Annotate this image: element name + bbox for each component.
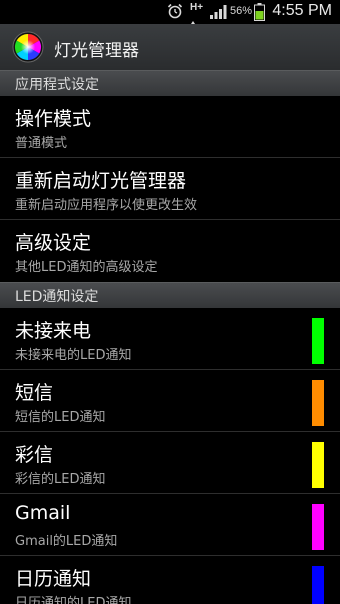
led-color-swatch[interactable]: [312, 442, 324, 488]
section-header-label: LED通知设定: [15, 289, 99, 305]
screen: H+ 56% 4:55 PM 灯光管理器 应用程式设定 操作模式 普通模式 重新…: [0, 0, 340, 604]
battery-icon: [254, 3, 265, 21]
list-item-missed-call[interactable]: 未接来电 未接来电的LED通知: [0, 308, 340, 370]
item-summary: 彩信的LED通知: [15, 472, 106, 487]
item-title: Gmail: [15, 502, 71, 524]
list-item-sms[interactable]: 短信 短信的LED通知: [0, 370, 340, 432]
led-color-swatch[interactable]: [312, 566, 324, 604]
item-summary: Gmail的LED通知: [15, 534, 118, 549]
signal-strength-icon: [210, 5, 227, 19]
item-title: 日历通知: [15, 568, 92, 590]
led-color-swatch[interactable]: [312, 380, 324, 426]
alarm-clock-icon: [167, 3, 183, 19]
action-bar: 灯光管理器: [0, 24, 340, 71]
led-color-swatch[interactable]: [312, 318, 324, 364]
list-item-gmail[interactable]: Gmail Gmail的LED通知: [0, 494, 340, 556]
item-title: 未接来电: [15, 320, 92, 342]
led-color-swatch[interactable]: [312, 504, 324, 550]
item-title: 短信: [15, 382, 54, 404]
item-summary: 其他LED通知的高级设定: [15, 260, 158, 275]
list-item-advanced-settings[interactable]: 高级设定 其他LED通知的高级设定: [0, 220, 340, 282]
item-summary: 普通模式: [15, 136, 68, 151]
item-title: 重新启动灯光管理器: [15, 170, 187, 192]
list-item-calendar[interactable]: 日历通知 日历通知的LED通知: [0, 556, 340, 604]
item-summary: 重新启动应用程序以使更改生效: [15, 198, 198, 213]
network-type-indicator: H+: [190, 3, 204, 27]
item-summary: 未接来电的LED通知: [15, 348, 132, 363]
list-item-operation-mode[interactable]: 操作模式 普通模式: [0, 96, 340, 158]
app-title: 灯光管理器: [54, 41, 139, 61]
list-item-restart[interactable]: 重新启动灯光管理器 重新启动应用程序以使更改生效: [0, 158, 340, 220]
section-header-led-settings: LED通知设定: [0, 282, 340, 308]
item-title: 彩信: [15, 444, 54, 466]
item-title: 高级设定: [15, 232, 92, 254]
clock: 4:55 PM: [272, 2, 332, 19]
color-wheel-icon[interactable]: [12, 31, 44, 63]
battery-percent: 56%: [230, 5, 253, 17]
section-header-label: 应用程式设定: [15, 77, 99, 93]
item-summary: 短信的LED通知: [15, 410, 106, 425]
item-summary: 日历通知的LED通知: [15, 596, 132, 604]
item-title: 操作模式: [15, 108, 92, 130]
list-item-mms[interactable]: 彩信 彩信的LED通知: [0, 432, 340, 494]
section-header-app-settings: 应用程式设定: [0, 70, 340, 96]
status-bar: H+ 56% 4:55 PM: [0, 0, 340, 27]
